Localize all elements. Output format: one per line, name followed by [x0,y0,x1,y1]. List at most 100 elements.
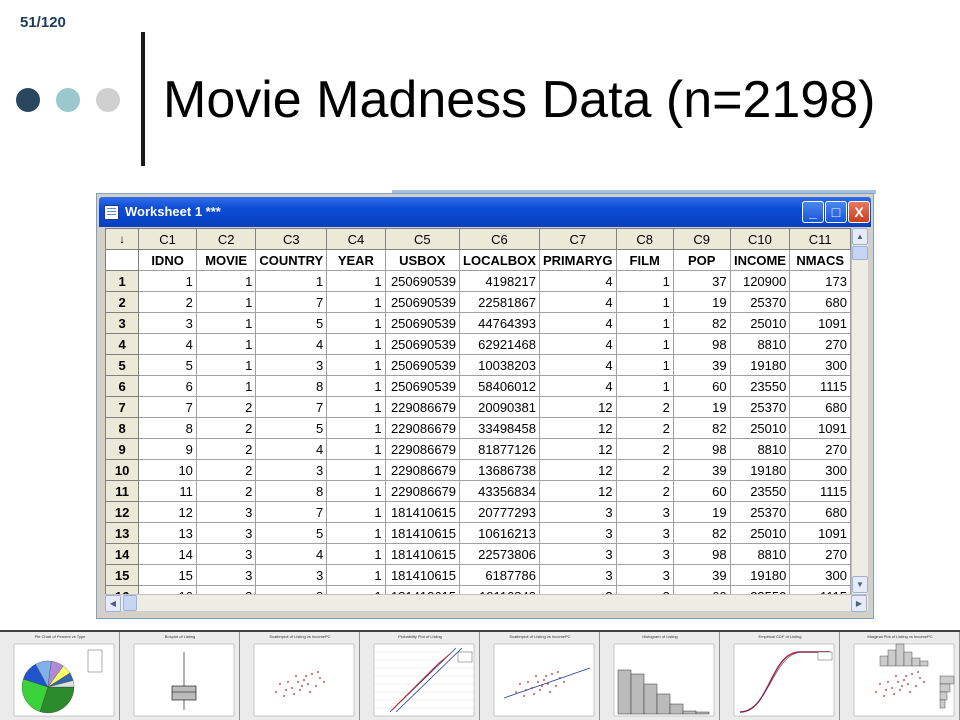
cell-pop[interactable]: 82 [672,312,731,334]
cell-idno[interactable]: 3 [138,312,197,334]
cell-movie[interactable]: 2 [195,396,257,418]
cell-pop[interactable]: 98 [672,543,731,565]
cell-country[interactable]: 3 [255,354,328,376]
cell-idno[interactable]: 6 [138,375,197,397]
column-id-c9[interactable]: C9 [672,228,731,250]
cell-movie[interactable]: 3 [195,543,257,565]
cell-idno[interactable]: 12 [138,501,197,523]
row-number[interactable]: 11 [105,480,140,502]
cell-film[interactable]: 3 [615,501,674,523]
cell-primaryg[interactable]: 12 [538,417,617,439]
cell-movie[interactable]: 2 [195,480,257,502]
cell-idno[interactable]: 15 [138,564,197,586]
cell-income[interactable]: 25010 [729,522,791,544]
cell-localbox[interactable]: 43356834 [459,480,540,502]
cell-localbox[interactable]: 20777293 [459,501,540,523]
cell-idno[interactable]: 2 [138,291,197,313]
column-name-nmacs[interactable]: NMACS [789,249,851,271]
cell-year[interactable]: 1 [326,522,386,544]
row-number[interactable]: 8 [105,417,140,439]
cell-film[interactable]: 2 [615,480,674,502]
cell-idno[interactable]: 16 [138,585,197,594]
sort-arrow-icon[interactable]: ↓ [105,228,140,250]
row-number[interactable]: 10 [105,459,140,481]
cell-film[interactable]: 1 [615,270,674,292]
cell-localbox[interactable]: 58406012 [459,375,540,397]
cell-primaryg[interactable]: 4 [538,354,617,376]
column-id-c11[interactable]: C11 [789,228,851,250]
cell-year[interactable]: 1 [326,459,386,481]
cell-localbox[interactable]: 22581867 [459,291,540,313]
cell-localbox[interactable]: 62921468 [459,333,540,355]
cell-pop[interactable]: 82 [672,522,731,544]
cell-primaryg[interactable]: 4 [538,270,617,292]
cell-film[interactable]: 3 [615,522,674,544]
cell-country[interactable]: 3 [255,564,328,586]
cell-year[interactable]: 1 [326,270,386,292]
cell-year[interactable]: 1 [326,354,386,376]
column-name-country[interactable]: COUNTRY [255,249,328,271]
cell-income[interactable]: 25370 [729,501,791,523]
scroll-left-arrow-icon[interactable]: ◀ [105,595,121,612]
maximize-button[interactable]: □ [825,201,847,223]
cell-localbox[interactable]: 20090381 [459,396,540,418]
cell-usbox[interactable]: 229086679 [384,480,461,502]
cell-pop[interactable]: 98 [672,438,731,460]
cell-usbox[interactable]: 181410615 [384,585,461,594]
cell-pop[interactable]: 98 [672,333,731,355]
cell-year[interactable]: 1 [326,501,386,523]
table-row[interactable]: 5 5 1 3 1 250690539 10038203 4 1 39 19180 300 [105,354,851,376]
cell-localbox[interactable]: 4198217 [459,270,540,292]
cell-film[interactable]: 2 [615,417,674,439]
cell-year[interactable]: 1 [326,312,386,334]
cell-income[interactable]: 120900 [729,270,791,292]
cell-nmacs[interactable]: 680 [789,501,851,523]
cell-year[interactable]: 1 [326,375,386,397]
column-name-localbox[interactable]: LOCALBOX [459,249,540,271]
row-number[interactable]: 12 [105,501,140,523]
row-number[interactable]: 3 [105,312,140,334]
cell-nmacs[interactable]: 1115 [789,375,851,397]
table-row[interactable]: 14 14 3 4 1 181410615 22573806 3 3 98 8810 270 [105,543,851,565]
cell-year[interactable]: 1 [326,585,386,594]
table-row[interactable]: 13 13 3 5 1 181410615 10616213 3 3 82 25010 1091 [105,522,851,544]
cell-movie[interactable]: 2 [195,438,257,460]
cell-nmacs[interactable]: 1091 [789,417,851,439]
scroll-right-arrow-icon[interactable]: ▶ [851,595,867,612]
table-row[interactable]: 9 9 2 4 1 229086679 81877126 12 2 98 8810 270 [105,438,851,460]
cell-income[interactable]: 23550 [729,480,791,502]
cell-pop[interactable]: 82 [672,417,731,439]
cell-year[interactable]: 1 [326,543,386,565]
column-id-c2[interactable]: C2 [195,228,257,250]
cell-nmacs[interactable]: 270 [789,333,851,355]
table-row[interactable]: 10 10 2 3 1 229086679 13686738 12 2 39 19180 300 [105,459,851,481]
cell-primaryg[interactable]: 4 [538,375,617,397]
scroll-down-arrow-icon[interactable]: ▼ [852,576,868,593]
cell-idno[interactable]: 8 [138,417,197,439]
cell-income[interactable]: 25010 [729,417,791,439]
cell-movie[interactable]: 3 [195,501,257,523]
column-name-primaryg[interactable]: PRIMARYG [538,249,617,271]
cell-film[interactable]: 1 [615,354,674,376]
column-name-film[interactable]: FILM [615,249,674,271]
cell-idno[interactable]: 4 [138,333,197,355]
table-row[interactable]: 2 2 1 7 1 250690539 22581867 4 1 19 25370 680 [105,291,851,313]
table-row[interactable]: 12 12 3 7 1 181410615 20777293 3 3 19 25370 680 [105,501,851,523]
cell-income[interactable]: 25370 [729,291,791,313]
cell-localbox[interactable]: 10038203 [459,354,540,376]
row-number[interactable]: 15 [105,564,140,586]
cell-income[interactable]: 8810 [729,333,791,355]
cell-usbox[interactable]: 229086679 [384,417,461,439]
column-name-movie[interactable]: MOVIE [195,249,257,271]
row-number[interactable]: 6 [105,375,140,397]
cell-movie[interactable]: 3 [195,522,257,544]
cell-movie[interactable]: 1 [195,270,257,292]
cell-movie[interactable]: 2 [195,459,257,481]
cell-nmacs[interactable]: 270 [789,438,851,460]
cell-usbox[interactable]: 181410615 [384,501,461,523]
cell-localbox[interactable]: 44764393 [459,312,540,334]
cell-idno[interactable]: 9 [138,438,197,460]
worksheet-window[interactable]: Worksheet 1 *** _ □ X ↓ C1 C2 C3 C4 C5 C6 C7 C8… [96,193,874,619]
cell-pop[interactable]: 60 [672,375,731,397]
column-id-c6[interactable]: C6 [459,228,540,250]
